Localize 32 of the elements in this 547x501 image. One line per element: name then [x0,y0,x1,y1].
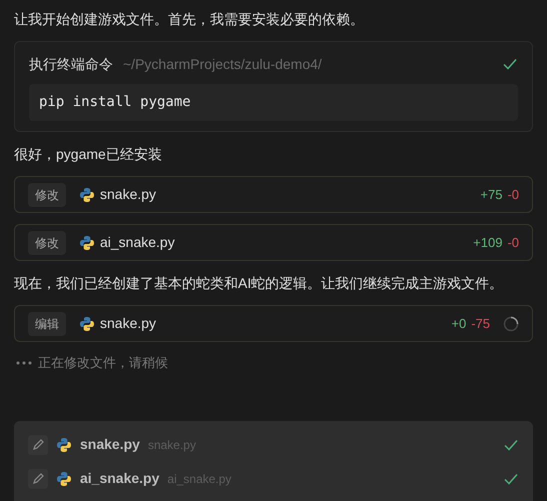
python-icon [56,470,72,486]
message-text: 现在，我们已经创建了基本的蛇类和AI蛇的逻辑。让我们继续完成主游戏文件。 [14,274,504,293]
lines-removed: -0 [507,186,519,204]
pencil-icon[interactable] [28,434,48,454]
file-change-card[interactable]: 编辑 snake.py +0 -75 [14,305,533,342]
action-tag: 修改 [28,230,66,254]
terminal-path: ~/PycharmProjects/zulu-demo4/ [123,54,322,74]
lines-added: +75 [480,186,502,204]
file-name: ai_snake.py [100,233,175,252]
status-text: 正在修改文件，请稍候 [38,354,168,372]
file-name[interactable]: snake.py [80,434,140,455]
python-icon [56,436,72,452]
python-icon [79,234,95,250]
pencil-icon[interactable] [28,468,48,488]
file-change-card[interactable]: 修改 snake.py +75 -0 [14,176,533,213]
action-tag: 编辑 [28,312,66,336]
lines-removed: -75 [471,314,490,333]
lines-added: +0 [451,314,466,333]
action-tag: 修改 [28,182,66,206]
lines-removed: -0 [507,234,519,252]
python-icon [79,316,95,332]
file-name: snake.py [100,185,156,204]
lines-added: +109 [473,234,502,252]
message-text: 让我开始创建游戏文件。首先，我需要安装必要的依赖。 [14,10,365,29]
file-change-card[interactable]: 修改 ai_snake.py +109 -0 [14,224,533,261]
file-name[interactable]: ai_snake.py [80,468,160,489]
python-icon [79,186,95,202]
dots-icon [16,360,32,365]
message-text: 很好，pygame已经安装 [14,145,163,164]
terminal-title: 执行终端命令 [29,54,113,74]
command-block: pip install pygame [29,84,518,121]
file-name: snake.py [100,314,156,333]
